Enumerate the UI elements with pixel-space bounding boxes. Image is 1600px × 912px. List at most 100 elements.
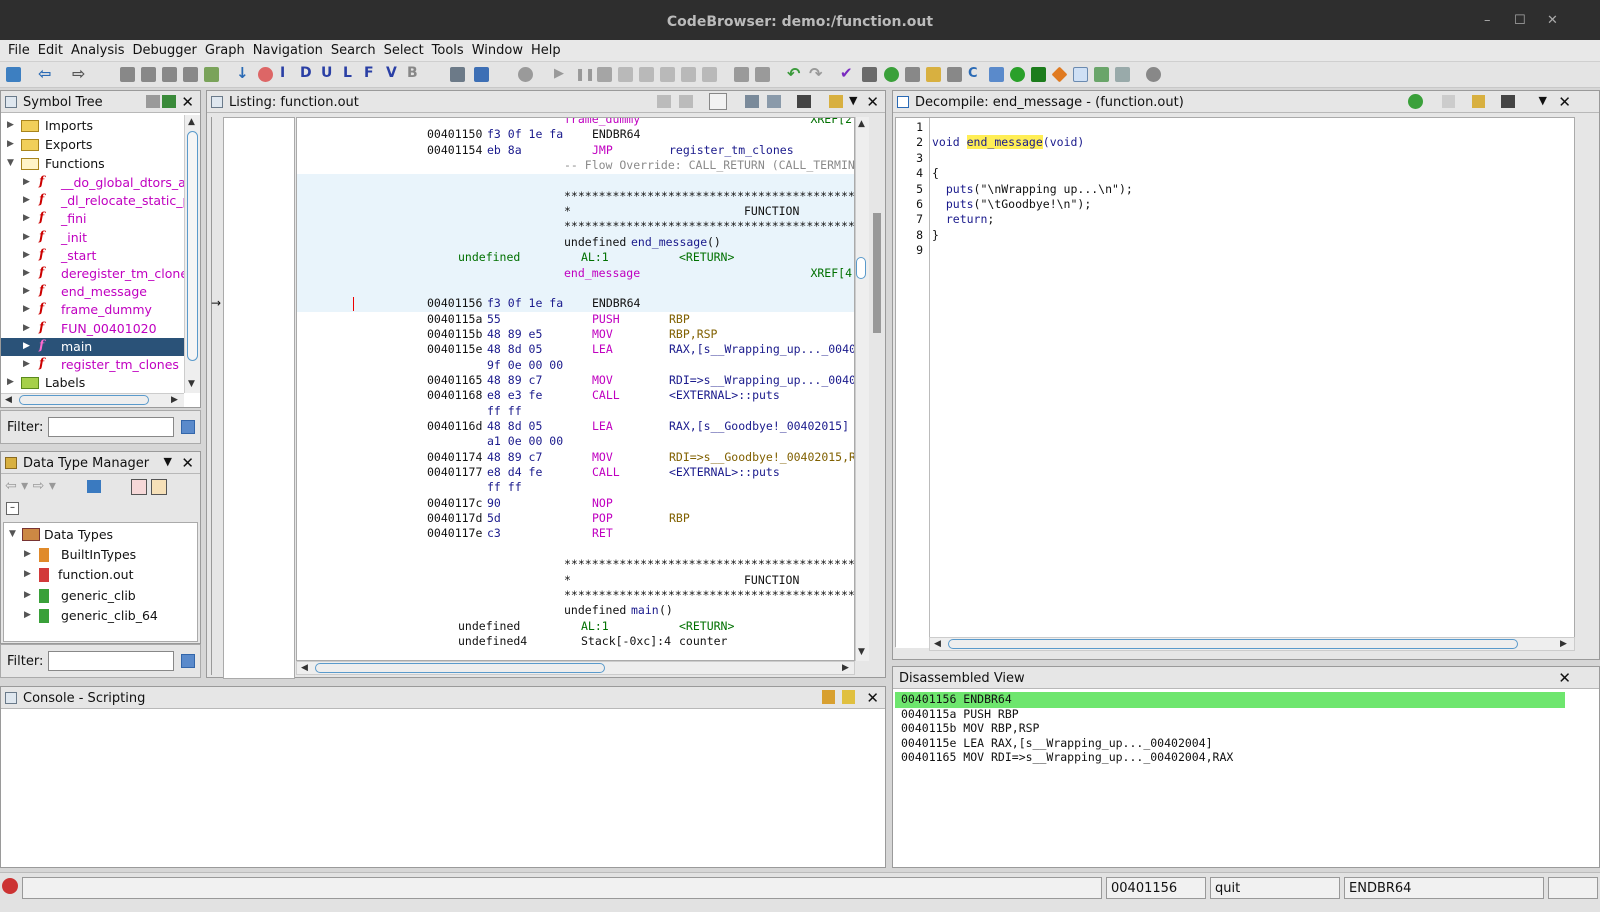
dtm-action-icon[interactable] bbox=[87, 480, 101, 493]
dtm-close-icon[interactable]: ✕ bbox=[181, 454, 194, 472]
close-window-button[interactable]: ✕ bbox=[1547, 13, 1558, 28]
symbol-tree-hscrollbar[interactable]: ◀ ▶ bbox=[1, 393, 184, 407]
listing-hscroll-thumb[interactable] bbox=[315, 663, 605, 673]
disassembled-row[interactable]: 00401165 MOV RDI=>s__Wrapping_up..._0040… bbox=[895, 750, 1565, 766]
function-item[interactable]: ▶ f __do_global_dtors_au bbox=[1, 174, 184, 192]
step-icon-2[interactable] bbox=[639, 67, 654, 82]
listing-copy-icon[interactable] bbox=[657, 95, 671, 108]
step-icon-5[interactable] bbox=[702, 67, 717, 82]
diamond-icon[interactable] bbox=[1051, 66, 1068, 83]
function-item[interactable]: ▶ f _dl_relocate_static_p bbox=[1, 192, 184, 210]
expand-icon[interactable]: ▶ bbox=[23, 232, 30, 242]
decompile-snapshot-icon[interactable] bbox=[1501, 95, 1515, 108]
expand-icon[interactable]: ▶ bbox=[7, 377, 14, 387]
xref-label[interactable]: XREF[4 bbox=[810, 266, 852, 282]
listing-scroll-right-icon[interactable]: ▶ bbox=[842, 663, 849, 673]
menu-help[interactable]: Help bbox=[527, 40, 565, 58]
memory-icon[interactable] bbox=[1073, 67, 1088, 82]
expand-icon[interactable]: ▶ bbox=[7, 139, 14, 149]
toolbar-nav-icon-2[interactable] bbox=[141, 67, 156, 82]
toolbar-nav-icon-3[interactable] bbox=[162, 67, 177, 82]
xref-label[interactable]: XREF[2 bbox=[810, 118, 852, 128]
decompile-icon[interactable]: C bbox=[968, 67, 983, 82]
script-manager-icon[interactable] bbox=[1031, 67, 1046, 82]
decompile-copy-icon[interactable] bbox=[1442, 95, 1455, 108]
expand-icon[interactable]: ▶ bbox=[23, 286, 30, 296]
decompile-refresh-icon[interactable] bbox=[1408, 94, 1423, 109]
expand-icon[interactable]: ▶ bbox=[23, 177, 30, 187]
disassembled-row[interactable]: 0040115e LEA RAX,[s__Wrapping_up..._0040… bbox=[895, 736, 1565, 752]
dtm-menu-icon[interactable]: ▼ bbox=[164, 455, 172, 468]
listing-scroll-up-icon[interactable]: ▲ bbox=[858, 119, 865, 129]
symbol-filter-input[interactable] bbox=[48, 417, 174, 437]
symbol-tree-close-icon[interactable]: ✕ bbox=[181, 93, 194, 111]
expand-icon[interactable]: ▶ bbox=[23, 250, 30, 260]
toolbar-icon-a[interactable] bbox=[734, 67, 749, 82]
debugger-icon[interactable] bbox=[450, 67, 465, 82]
toolbar-icon-b[interactable] bbox=[755, 67, 770, 82]
listing-vscrollbar[interactable]: ▲ ▼ bbox=[855, 117, 869, 661]
instruction-i-icon[interactable]: I bbox=[280, 66, 295, 82]
expand-icon[interactable]: ▶ bbox=[23, 304, 30, 314]
menu-file[interactable]: File bbox=[4, 40, 34, 58]
save-icon[interactable] bbox=[6, 67, 21, 82]
menu-search[interactable]: Search bbox=[327, 40, 380, 58]
scroll-down-icon[interactable]: ▼ bbox=[188, 379, 195, 389]
hscroll-thumb[interactable] bbox=[19, 395, 149, 405]
disassembled-close-icon[interactable]: ✕ bbox=[1558, 669, 1571, 687]
decompile-scroll-left-icon[interactable]: ◀ bbox=[934, 639, 941, 649]
toolbar-nav-icon-5[interactable] bbox=[204, 67, 219, 82]
undo-icon[interactable]: ↶ bbox=[787, 66, 802, 82]
function-item[interactable]: ▶ f FUN_00401020 bbox=[1, 320, 184, 338]
listing-scroll-thumb[interactable] bbox=[856, 257, 866, 279]
redo-icon[interactable]: ↷ bbox=[809, 66, 824, 82]
function-item[interactable]: ▶ f _init bbox=[1, 229, 184, 247]
function-item[interactable]: ▶ f register_tm_clones bbox=[1, 356, 184, 374]
function-item[interactable]: ▶ f deregister_tm_clones bbox=[1, 265, 184, 283]
stop-icon[interactable] bbox=[258, 67, 273, 82]
listing-scroll-down-icon[interactable]: ▼ bbox=[858, 647, 865, 657]
refresh-green-icon[interactable] bbox=[884, 67, 899, 82]
expand-icon[interactable]: ▶ bbox=[23, 195, 30, 205]
expand-icon[interactable]: ▶ bbox=[23, 213, 30, 223]
expand-icon[interactable]: ▶ bbox=[24, 590, 31, 600]
dtm-filter-input[interactable] bbox=[48, 651, 174, 671]
symbol-tree-action-icon-1[interactable] bbox=[146, 95, 160, 108]
maximize-button[interactable]: ☐ bbox=[1514, 13, 1526, 28]
scroll-up-icon[interactable]: ▲ bbox=[188, 117, 195, 127]
listing-options-icon[interactable] bbox=[829, 95, 843, 108]
scroll-thumb[interactable] bbox=[187, 131, 198, 361]
function-item[interactable]: ▶ f _fini bbox=[1, 210, 184, 228]
highlighted-function-name[interactable]: end_message bbox=[966, 135, 1043, 150]
export-icon[interactable] bbox=[1094, 67, 1109, 82]
record-icon[interactable] bbox=[518, 67, 533, 82]
check-icon[interactable]: ✔ bbox=[840, 66, 855, 82]
bookmark-b-icon[interactable]: B bbox=[407, 66, 422, 82]
toolbar-nav-icon-1[interactable] bbox=[120, 67, 135, 82]
step-icon-4[interactable] bbox=[681, 67, 696, 82]
disassembled-row[interactable]: 00401156 ENDBR64 bbox=[895, 692, 1565, 708]
dtm-filter-options-icon[interactable] bbox=[181, 654, 195, 668]
decompile-code[interactable]: void end_message(void) { puts("\nWrapping… bbox=[932, 118, 1572, 648]
menu-select[interactable]: Select bbox=[380, 40, 428, 58]
decompile-edit-icon[interactable] bbox=[1472, 95, 1485, 108]
toolbar-nav-icon-4[interactable] bbox=[183, 67, 198, 82]
menu-navigation[interactable]: Navigation bbox=[249, 40, 327, 58]
menu-debugger[interactable]: Debugger bbox=[129, 40, 201, 58]
function-item[interactable]: ▶ f frame_dummy bbox=[1, 301, 184, 319]
listing-diff-icon[interactable] bbox=[767, 95, 781, 108]
help-icon[interactable] bbox=[1146, 67, 1161, 82]
function-item[interactable]: ▶ f end_message bbox=[1, 283, 184, 301]
symbol-tree-action-icon-2[interactable] bbox=[162, 95, 176, 108]
minimize-button[interactable]: – bbox=[1484, 13, 1491, 28]
function-item[interactable]: ▶ f main bbox=[1, 337, 184, 356]
disassembled-list[interactable]: 00401156 ENDBR64 0040115a PUSH RBP 0040115… bbox=[895, 691, 1571, 867]
variable-v-icon[interactable]: V bbox=[386, 66, 401, 82]
back-arrow-icon[interactable]: ⇦ bbox=[38, 66, 53, 82]
menu-window[interactable]: Window bbox=[468, 40, 527, 58]
decompile-menu-icon[interactable]: ▼ bbox=[1539, 94, 1547, 107]
forward-arrow-icon[interactable]: ⇨ bbox=[72, 66, 87, 82]
dtm-filter-icon-2[interactable] bbox=[151, 479, 167, 495]
console-lock-icon[interactable] bbox=[822, 690, 835, 704]
listing-format-icon[interactable] bbox=[745, 95, 759, 108]
